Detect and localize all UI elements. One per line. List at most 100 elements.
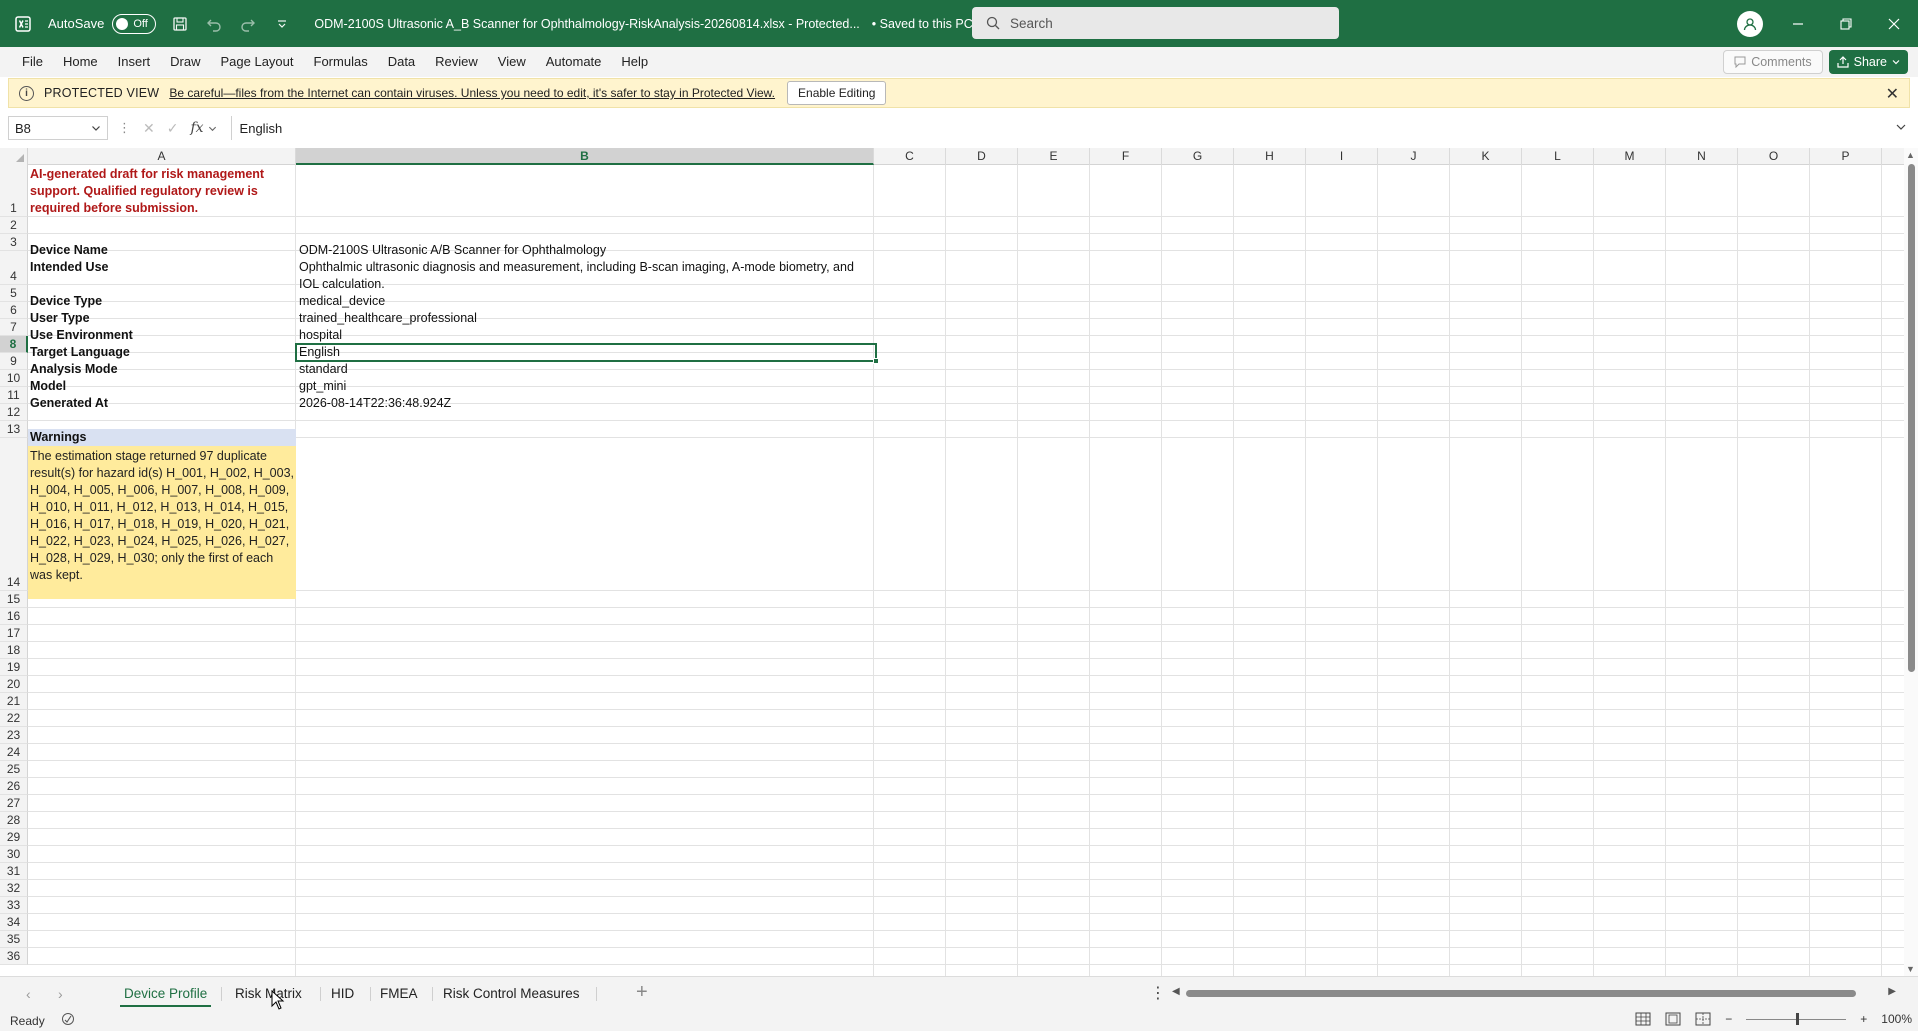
previous-sheet-icon[interactable]: ‹ bbox=[26, 986, 31, 1002]
share-button[interactable]: Share bbox=[1828, 50, 1908, 74]
sheet-tab-fmea[interactable]: FMEA bbox=[376, 981, 422, 1007]
column-header-i[interactable]: I bbox=[1306, 148, 1378, 165]
row-header-2[interactable]: 2 bbox=[0, 217, 28, 234]
sheet-tab-hid[interactable]: HID bbox=[327, 981, 358, 1007]
row-header-13[interactable]: 13 bbox=[0, 421, 28, 438]
row-header-24[interactable]: 24 bbox=[0, 744, 28, 761]
row-header-25[interactable]: 25 bbox=[0, 761, 28, 778]
field-label-use-environment[interactable]: Use Environment bbox=[28, 327, 296, 344]
field-value-intended-use[interactable]: Ophthalmic ultrasonic diagnosis and meas… bbox=[297, 259, 875, 293]
row-header-33[interactable]: 33 bbox=[0, 897, 28, 914]
row-header-20[interactable]: 20 bbox=[0, 676, 28, 693]
field-value-device-name[interactable]: ODM-2100S Ultrasonic A/B Scanner for Oph… bbox=[297, 242, 875, 259]
row-header-12[interactable]: 12 bbox=[0, 404, 28, 421]
protected-view-message[interactable]: Be careful—files from the Internet can c… bbox=[169, 86, 775, 100]
scroll-right-icon[interactable]: ▶ bbox=[1888, 986, 1896, 997]
zoom-level[interactable]: 100% bbox=[1881, 1012, 1912, 1026]
row-header-17[interactable]: 17 bbox=[0, 625, 28, 642]
document-title[interactable]: ODM-2100S Ultrasonic A_B Scanner for Oph… bbox=[314, 17, 859, 31]
scroll-up-icon[interactable]: ▲ bbox=[1906, 150, 1915, 160]
select-all-corner[interactable] bbox=[0, 148, 28, 165]
menu-review[interactable]: Review bbox=[425, 47, 488, 77]
scroll-down-icon[interactable]: ▼ bbox=[1906, 964, 1915, 974]
sheet-tab-risk-matrix[interactable]: Risk Matrix bbox=[231, 981, 306, 1007]
chevron-down-icon[interactable] bbox=[208, 124, 217, 133]
row-header-23[interactable]: 23 bbox=[0, 727, 28, 744]
row-header-35[interactable]: 35 bbox=[0, 931, 28, 948]
page-break-preview-icon[interactable] bbox=[1695, 1012, 1711, 1026]
next-sheet-icon[interactable]: › bbox=[58, 986, 63, 1002]
close-icon[interactable]: ✕ bbox=[1886, 84, 1899, 104]
column-header-l[interactable]: L bbox=[1522, 148, 1594, 165]
save-icon[interactable] bbox=[170, 14, 190, 34]
row-header-36[interactable]: 36 bbox=[0, 948, 28, 965]
field-value-generated-at[interactable]: 2026-08-14T22:36:48.924Z bbox=[297, 395, 875, 412]
field-label-device-name[interactable]: Device Name bbox=[28, 242, 296, 259]
redo-icon[interactable] bbox=[238, 14, 258, 34]
row-header-3[interactable]: 3 bbox=[0, 234, 28, 251]
normal-view-icon[interactable] bbox=[1635, 1012, 1651, 1026]
field-value-user-type[interactable]: trained_healthcare_professional bbox=[297, 310, 875, 327]
row-header-15[interactable]: 15 bbox=[0, 591, 28, 608]
row-header-4[interactable]: 4 bbox=[0, 251, 28, 285]
column-header-g[interactable]: G bbox=[1162, 148, 1234, 165]
cancel-icon[interactable]: ✕ bbox=[143, 120, 155, 137]
column-header-c[interactable]: C bbox=[874, 148, 946, 165]
row-header-28[interactable]: 28 bbox=[0, 812, 28, 829]
close-window-button[interactable] bbox=[1871, 0, 1917, 47]
spreadsheet-grid[interactable]: ABCDEFGHIJKLMNOP 1 2 3 4 5 6 7 8 9 10 11 12 13 14 15 16… bbox=[0, 148, 1904, 976]
row-header-1[interactable]: 1 bbox=[0, 165, 28, 217]
enter-icon[interactable]: ✓ bbox=[167, 120, 179, 137]
enable-editing-button[interactable]: Enable Editing bbox=[787, 81, 887, 105]
restore-button[interactable] bbox=[1823, 0, 1869, 47]
row-header-34[interactable]: 34 bbox=[0, 914, 28, 931]
account-icon[interactable] bbox=[1737, 11, 1763, 37]
field-label-user-type[interactable]: User Type bbox=[28, 310, 296, 327]
zoom-slider[interactable] bbox=[1746, 1012, 1847, 1025]
formula-input[interactable]: English bbox=[230, 116, 1890, 140]
insert-function-icon[interactable]: fx bbox=[190, 120, 203, 136]
column-header-e[interactable]: E bbox=[1018, 148, 1090, 165]
row-header-26[interactable]: 26 bbox=[0, 778, 28, 795]
menu-automate[interactable]: Automate bbox=[536, 47, 612, 77]
row-header-31[interactable]: 31 bbox=[0, 863, 28, 880]
row-header-14[interactable]: 14 bbox=[0, 438, 28, 591]
row-header-21[interactable]: 21 bbox=[0, 693, 28, 710]
accessibility-icon[interactable] bbox=[61, 1012, 75, 1029]
scroll-left-icon[interactable]: ◀ bbox=[1172, 986, 1180, 997]
menu-formulas[interactable]: Formulas bbox=[304, 47, 378, 77]
column-header-a[interactable]: A bbox=[28, 148, 296, 165]
row-header-10[interactable]: 10 bbox=[0, 370, 28, 387]
column-header-j[interactable]: J bbox=[1378, 148, 1450, 165]
row-header-9[interactable]: 9 bbox=[0, 353, 28, 370]
horizontal-scrollbar[interactable]: ◀ ▶ bbox=[1172, 985, 1896, 1001]
horizontal-scroll-thumb[interactable] bbox=[1186, 990, 1856, 997]
column-header-k[interactable]: K bbox=[1450, 148, 1522, 165]
zoom-in-icon[interactable]: + bbox=[1860, 1012, 1867, 1026]
page-layout-view-icon[interactable] bbox=[1665, 1012, 1681, 1026]
zoom-slider-thumb[interactable] bbox=[1796, 1012, 1800, 1025]
row-header-29[interactable]: 29 bbox=[0, 829, 28, 846]
column-header-p[interactable]: P bbox=[1810, 148, 1882, 165]
zoom-out-icon[interactable]: − bbox=[1725, 1012, 1732, 1026]
row-header-8[interactable]: 8 bbox=[0, 336, 28, 353]
field-label-target-language[interactable]: Target Language bbox=[28, 344, 296, 361]
warnings-heading-cell[interactable]: Warnings bbox=[28, 429, 296, 446]
sheet-tab-risk-control-measures[interactable]: Risk Control Measures bbox=[439, 981, 584, 1007]
more-options-icon[interactable]: ⋮ bbox=[118, 120, 131, 136]
row-header-19[interactable]: 19 bbox=[0, 659, 28, 676]
field-label-device-type[interactable]: Device Type bbox=[28, 293, 296, 310]
active-cell-selection[interactable] bbox=[295, 343, 879, 364]
field-value-use-environment[interactable]: hospital bbox=[297, 327, 875, 344]
field-label-analysis-mode[interactable]: Analysis Mode bbox=[28, 361, 296, 378]
field-value-device-type[interactable]: medical_device bbox=[297, 293, 875, 310]
column-header-o[interactable]: O bbox=[1738, 148, 1810, 165]
sheet-tab-device-profile[interactable]: Device Profile bbox=[120, 981, 212, 1007]
row-header-18[interactable]: 18 bbox=[0, 642, 28, 659]
search-box[interactable]: Search bbox=[972, 7, 1339, 39]
name-box[interactable]: B8 bbox=[8, 116, 108, 140]
more-options-icon[interactable]: ⋮ bbox=[1150, 983, 1166, 1003]
menu-home[interactable]: Home bbox=[53, 47, 108, 77]
minimize-button[interactable] bbox=[1775, 0, 1821, 47]
row-header-11[interactable]: 11 bbox=[0, 387, 28, 404]
